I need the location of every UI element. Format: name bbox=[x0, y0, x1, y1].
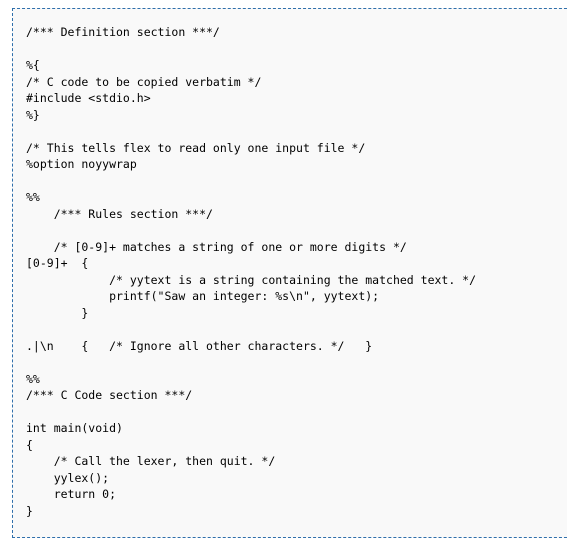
code-line: int main(void) bbox=[26, 421, 123, 435]
code-line: /* Call the lexer, then quit. */ bbox=[26, 454, 276, 468]
code-line: %} bbox=[26, 107, 40, 122]
code-line: } bbox=[26, 503, 33, 518]
code-line: %option noyywrap bbox=[26, 157, 137, 171]
code-line: /* C code to be copied verbatim */ bbox=[26, 74, 262, 89]
code-listing: /*** Definition section ***/ %{ /* C code … bbox=[26, 24, 567, 519]
code-line: .|\n { /* Ignore all other characters. *… bbox=[26, 338, 373, 353]
code-line: /* [0-9]+ matches a string of one or mor… bbox=[26, 239, 407, 254]
code-line: /* This tells flex to read only one inpu… bbox=[26, 140, 366, 155]
code-line: /* yytext is a string containing the mat… bbox=[26, 272, 477, 287]
code-line: /*** Rules section ***/ bbox=[26, 206, 213, 221]
code-line: /*** Definition section ***/ bbox=[26, 25, 220, 39]
code-line: /*** C Code section ***/ bbox=[26, 388, 193, 402]
code-line: %% bbox=[26, 371, 40, 386]
code-line: { bbox=[26, 437, 33, 452]
code-line: [0-9]+ { bbox=[26, 256, 89, 270]
code-block: /*** Definition section ***/ %{ /* C code … bbox=[12, 8, 567, 538]
code-line: %% bbox=[26, 190, 40, 204]
code-line: %{ bbox=[26, 58, 40, 72]
code-line: #include <stdio.h> bbox=[26, 91, 151, 105]
code-line: } bbox=[26, 305, 89, 320]
code-line: yylex(); bbox=[26, 470, 110, 485]
code-line: return 0; bbox=[26, 487, 117, 501]
code-line: printf("Saw an integer: %s\n", yytext); bbox=[26, 289, 380, 303]
